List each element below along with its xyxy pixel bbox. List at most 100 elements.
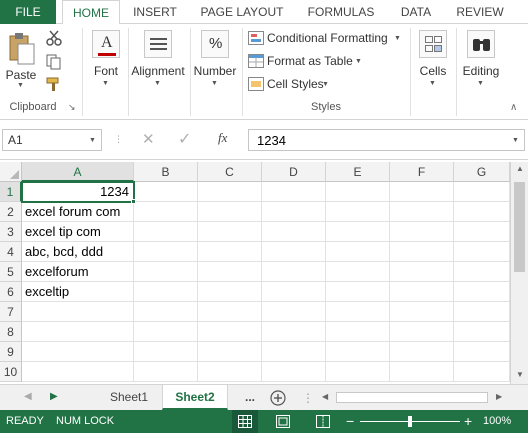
page-break-preview-icon[interactable] <box>316 415 330 428</box>
new-sheet-icon[interactable] <box>270 390 286 406</box>
column-header-b[interactable]: B <box>134 162 198 182</box>
cell-a1[interactable]: 1234 <box>22 182 134 202</box>
sheet-tab-sheet2[interactable]: Sheet2 <box>162 385 228 410</box>
cell-g1[interactable] <box>454 182 510 202</box>
cell-c10[interactable] <box>198 362 262 382</box>
cell-d1[interactable] <box>262 182 326 202</box>
cell-b4[interactable] <box>134 242 198 262</box>
formula-input[interactable]: 1234 ▼ <box>248 129 525 151</box>
cell-f8[interactable] <box>390 322 454 342</box>
tab-file[interactable]: FILE <box>0 0 56 24</box>
cell-e9[interactable] <box>326 342 390 362</box>
cell-c8[interactable] <box>198 322 262 342</box>
cell-styles-button[interactable]: Cell Styles ▼ <box>246 74 336 94</box>
row-header-1[interactable]: 1 <box>0 182 22 202</box>
cell-a6[interactable]: exceltip <box>22 282 134 302</box>
cut-icon[interactable] <box>46 30 62 46</box>
editing-button[interactable]: Editing ▼ <box>458 28 504 96</box>
tab-home[interactable]: HOME <box>62 0 120 25</box>
cancel-icon[interactable]: ✕ <box>142 130 155 148</box>
cell-e4[interactable] <box>326 242 390 262</box>
tab-data[interactable]: DATA <box>390 0 442 25</box>
cell-a8[interactable] <box>22 322 134 342</box>
cell-b10[interactable] <box>134 362 198 382</box>
column-header-a[interactable]: A <box>22 162 134 182</box>
scroll-up-icon[interactable]: ▲ <box>516 164 524 173</box>
cell-b7[interactable] <box>134 302 198 322</box>
scroll-right-icon[interactable]: ▶ <box>496 392 502 401</box>
cell-b1[interactable] <box>134 182 198 202</box>
cell-d5[interactable] <box>262 262 326 282</box>
cell-e10[interactable] <box>326 362 390 382</box>
prev-sheet-icon[interactable]: ◀ <box>24 391 32 402</box>
scroll-down-icon[interactable]: ▼ <box>516 370 524 379</box>
cell-d2[interactable] <box>262 202 326 222</box>
tab-review[interactable]: REVIEW <box>448 0 512 25</box>
zoom-slider-thumb[interactable] <box>408 416 412 427</box>
select-all-corner[interactable] <box>0 162 22 182</box>
page-layout-view-icon[interactable] <box>276 415 290 428</box>
name-box[interactable]: A1 ▼ <box>2 129 102 151</box>
cell-a3[interactable]: excel tip com <box>22 222 134 242</box>
row-header-3[interactable]: 3 <box>0 222 22 242</box>
cell-c1[interactable] <box>198 182 262 202</box>
cell-d4[interactable] <box>262 242 326 262</box>
tab-page-layout[interactable]: PAGE LAYOUT <box>192 0 292 25</box>
row-header-5[interactable]: 5 <box>0 262 22 282</box>
conditional-formatting-button[interactable]: Conditional Formatting ▼ <box>246 28 406 48</box>
cell-c2[interactable] <box>198 202 262 222</box>
number-button[interactable]: % Number ▼ <box>192 28 238 96</box>
cell-g7[interactable] <box>454 302 510 322</box>
cell-f6[interactable] <box>390 282 454 302</box>
tab-formulas[interactable]: FORMULAS <box>298 0 384 25</box>
row-header-4[interactable]: 4 <box>0 242 22 262</box>
cell-b5[interactable] <box>134 262 198 282</box>
cell-a2[interactable]: excel forum com <box>22 202 134 222</box>
horizontal-scroll-thumb[interactable] <box>336 392 488 403</box>
cell-e7[interactable] <box>326 302 390 322</box>
name-box-dropdown-icon[interactable]: ▼ <box>89 137 96 144</box>
cell-a7[interactable] <box>22 302 134 322</box>
format-painter-icon[interactable] <box>46 76 62 92</box>
cells-button[interactable]: Cells ▼ <box>413 28 453 96</box>
cell-e8[interactable] <box>326 322 390 342</box>
insert-function-icon[interactable]: fx <box>218 130 227 146</box>
cell-e3[interactable] <box>326 222 390 242</box>
fill-handle[interactable] <box>131 199 136 204</box>
cell-b2[interactable] <box>134 202 198 222</box>
cell-g5[interactable] <box>454 262 510 282</box>
tab-insert[interactable]: INSERT <box>124 0 186 25</box>
cell-g2[interactable] <box>454 202 510 222</box>
clipboard-launcher-icon[interactable]: ↘ <box>68 102 76 113</box>
tab-splitter-icon[interactable]: ⋮ <box>302 391 314 405</box>
cell-a4[interactable]: abc, bcd, ddd <box>22 242 134 262</box>
cell-d7[interactable] <box>262 302 326 322</box>
cell-g10[interactable] <box>454 362 510 382</box>
cell-f9[interactable] <box>390 342 454 362</box>
cell-d3[interactable] <box>262 222 326 242</box>
cell-e6[interactable] <box>326 282 390 302</box>
cell-e5[interactable] <box>326 262 390 282</box>
cell-g8[interactable] <box>454 322 510 342</box>
cell-g9[interactable] <box>454 342 510 362</box>
row-header-6[interactable]: 6 <box>0 282 22 302</box>
normal-view-button[interactable] <box>232 410 258 433</box>
more-sheets-button[interactable]: ... <box>238 385 262 410</box>
cell-f5[interactable] <box>390 262 454 282</box>
zoom-out-icon[interactable]: − <box>346 413 354 429</box>
cell-g6[interactable] <box>454 282 510 302</box>
cell-a10[interactable] <box>22 362 134 382</box>
vertical-scrollbar[interactable]: ▲ ▼ <box>510 162 528 384</box>
row-header-10[interactable]: 10 <box>0 362 22 382</box>
cell-c3[interactable] <box>198 222 262 242</box>
column-header-d[interactable]: D <box>262 162 326 182</box>
cell-f7[interactable] <box>390 302 454 322</box>
cell-c4[interactable] <box>198 242 262 262</box>
cell-b6[interactable] <box>134 282 198 302</box>
cell-f1[interactable] <box>390 182 454 202</box>
row-header-2[interactable]: 2 <box>0 202 22 222</box>
cell-c6[interactable] <box>198 282 262 302</box>
cell-d6[interactable] <box>262 282 326 302</box>
horizontal-scrollbar[interactable]: ◀ ▶ <box>320 390 510 405</box>
alignment-button[interactable]: Alignment ▼ <box>130 28 186 96</box>
